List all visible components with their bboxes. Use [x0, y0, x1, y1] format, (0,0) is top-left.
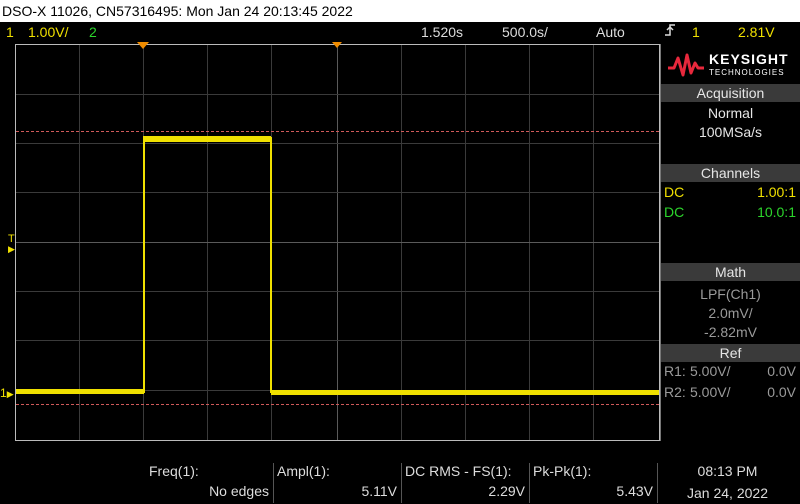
channels-heading[interactable]: Channels: [661, 164, 800, 182]
ch1-trace-high: [143, 136, 271, 142]
divider: [657, 463, 658, 503]
clock: 08:13 PM Jan 24, 2022: [680, 460, 775, 504]
measurement-ampl[interactable]: Ampl(1): 5.11V: [273, 455, 401, 503]
grid-line: [16, 291, 659, 292]
channel-2-coupling: DC: [664, 204, 685, 220]
channel-1-probe: 1.00:1: [757, 184, 796, 200]
side-panel: KEYSIGHT TECHNOLOGIES Acquisition Normal…: [660, 44, 800, 441]
math-offset: -2.82mV: [704, 324, 757, 340]
acquisition-rate: 100MSa/s: [698, 124, 763, 140]
delay-reference-marker: [332, 42, 342, 48]
channel-1-coupling: DC: [664, 184, 685, 200]
channel-2-number[interactable]: 2: [89, 22, 97, 42]
ch1-trace-low: [271, 390, 659, 395]
ref-heading[interactable]: Ref: [661, 344, 800, 362]
brand-subtitle: TECHNOLOGIES: [709, 68, 785, 77]
measurement-dc-rms[interactable]: DC RMS - FS(1): 2.29V: [401, 455, 529, 503]
measurement-value: 2.29V: [488, 483, 525, 499]
waveform-display[interactable]: [15, 44, 660, 441]
measurement-label: Ampl(1):: [277, 463, 330, 479]
measurement-label: Pk-Pk(1):: [533, 463, 592, 479]
channel-2-probe: 10.0:1: [757, 204, 796, 220]
trigger-level[interactable]: 2.81V: [738, 22, 775, 42]
ref-r2-offset: 0.0V: [767, 384, 796, 400]
ch1-trace-rising-edge: [143, 137, 145, 393]
math-scale: 2.0mV/: [708, 305, 753, 321]
measurement-freq[interactable]: Freq(1): No edges: [145, 455, 273, 503]
ch1-ground-marker[interactable]: 1▶: [0, 386, 14, 400]
ref-r2-name: R2:: [664, 384, 686, 400]
math-function: LPF(Ch1): [700, 286, 761, 302]
brand-name: KEYSIGHT: [709, 51, 789, 67]
lower-cursor-line[interactable]: [16, 404, 659, 405]
ref-r1-offset: 0.0V: [767, 363, 796, 379]
ch1-trace-falling-edge: [270, 137, 272, 393]
ref-r1-name: R1:: [664, 363, 686, 379]
status-bar: 1 1.00V/ 2 1.520s 500.0s/ Auto 1 2.81V: [0, 22, 800, 42]
measurement-pk-pk[interactable]: Pk-Pk(1): 5.43V: [529, 455, 657, 503]
clock-date: Jan 24, 2022: [687, 485, 768, 501]
grid-center-line: [16, 242, 659, 243]
trigger-edge-icon: [664, 22, 676, 43]
measurement-label: Freq(1):: [149, 463, 199, 479]
window-title: DSO-X 11026, CN57316495: Mon Jan 24 20:1…: [0, 0, 800, 22]
acquisition-heading[interactable]: Acquisition: [661, 84, 800, 102]
keysight-wave-icon: [668, 53, 704, 77]
ch1-trace-low: [16, 389, 144, 394]
channel-1-number[interactable]: 1: [6, 22, 14, 42]
trigger-channel[interactable]: 1: [692, 22, 700, 42]
time-scale[interactable]: 500.0s/: [502, 22, 548, 42]
measurement-value: 5.11V: [361, 483, 397, 499]
channel-1-scale[interactable]: 1.00V/: [28, 22, 68, 42]
grid-line: [16, 94, 659, 95]
measurement-label: DC RMS - FS(1):: [405, 463, 512, 479]
measurement-value: 5.43V: [616, 483, 653, 499]
trigger-mode[interactable]: Auto: [596, 22, 625, 42]
ref-r2-scale: 5.00V/: [690, 384, 731, 400]
trigger-position-marker[interactable]: [137, 42, 149, 49]
keysight-logo: KEYSIGHT TECHNOLOGIES: [661, 44, 800, 84]
math-heading[interactable]: Math: [661, 263, 800, 281]
trigger-level-marker[interactable]: T ▶: [8, 234, 15, 255]
grid-line: [16, 340, 659, 341]
clock-time: 08:13 PM: [697, 463, 758, 479]
acquisition-mode: Normal: [707, 105, 754, 121]
measurement-value: No edges: [209, 483, 269, 499]
grid-line: [16, 192, 659, 193]
time-delay[interactable]: 1.520s: [421, 22, 463, 42]
upper-cursor-line[interactable]: [16, 131, 659, 132]
grid-line: [16, 143, 659, 144]
ref-r1-scale: 5.00V/: [690, 363, 731, 379]
